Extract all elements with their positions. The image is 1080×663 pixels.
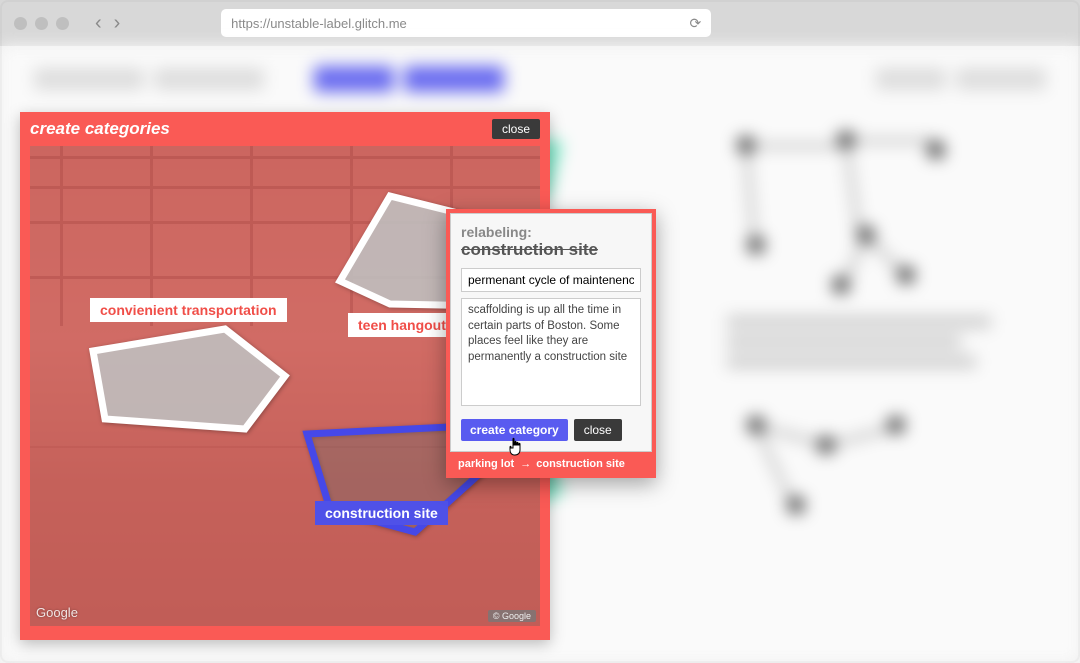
- relabel-heading: relabeling:: [461, 224, 641, 240]
- category-breadcrumb: parking lot → construction site: [450, 452, 652, 474]
- nav-arrows: ‹ ›: [89, 12, 126, 35]
- arrow-right-icon: →: [520, 458, 530, 470]
- back-icon[interactable]: ‹: [95, 12, 102, 35]
- url-bar[interactable]: https://unstable-label.glitch.me ⟳: [221, 9, 711, 37]
- google-attribution: Google: [36, 605, 78, 620]
- annotation-label-convenient[interactable]: convienient transportation: [90, 298, 287, 322]
- dialog-close-button[interactable]: close: [574, 419, 622, 441]
- panel-close-button[interactable]: close: [492, 119, 540, 139]
- relabel-old-label: construction site: [461, 240, 641, 260]
- maximize-window-icon[interactable]: [56, 17, 69, 30]
- annotation-label-construction[interactable]: construction site: [315, 501, 448, 525]
- url-text: https://unstable-label.glitch.me: [231, 16, 407, 31]
- breadcrumb-to: construction site: [536, 458, 625, 470]
- google-copyright: © Google: [488, 610, 536, 622]
- minimize-window-icon[interactable]: [35, 17, 48, 30]
- refresh-icon[interactable]: ⟳: [689, 15, 701, 32]
- new-label-input[interactable]: [461, 268, 641, 292]
- annotation-polygon-convenient[interactable]: [85, 321, 295, 446]
- close-window-icon[interactable]: [14, 17, 27, 30]
- forward-icon[interactable]: ›: [114, 12, 121, 35]
- breadcrumb-from: parking lot: [458, 458, 514, 470]
- browser-chrome: ‹ › https://unstable-label.glitch.me ⟳: [0, 0, 1080, 46]
- relabel-dialog: relabeling: construction site create cat…: [446, 209, 656, 478]
- create-category-button[interactable]: create category: [461, 419, 568, 441]
- panel-title: create categories: [30, 119, 170, 139]
- window-controls: [14, 17, 69, 30]
- description-textarea[interactable]: [461, 298, 641, 406]
